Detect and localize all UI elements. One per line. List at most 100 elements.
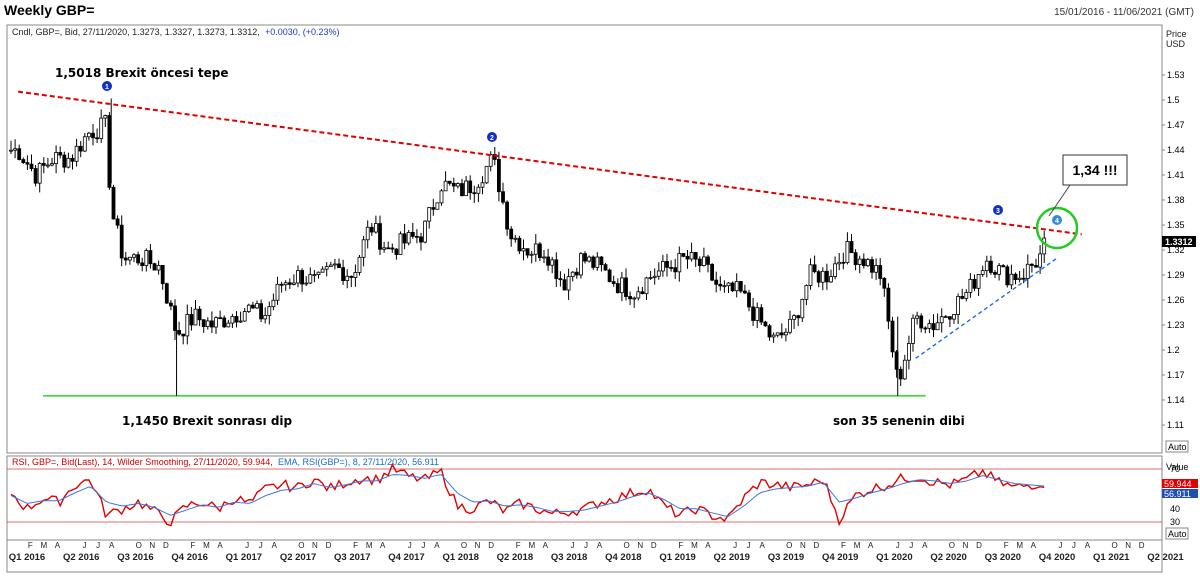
candle-body [312, 274, 317, 277]
x-axis-label: D [651, 541, 657, 550]
candle-body [296, 270, 300, 284]
candle-body [328, 264, 333, 267]
x-axis-label: Q1 2019 [659, 552, 695, 563]
candle-body [209, 320, 214, 328]
candle-body [66, 157, 71, 168]
candle-body [939, 316, 944, 324]
candle-body [513, 237, 518, 240]
x-axis-label: M [528, 541, 535, 550]
candle-body [21, 159, 26, 163]
candle-body [915, 315, 919, 319]
x-axis-label: D [163, 541, 169, 550]
candle-body [989, 260, 993, 273]
candle-body [386, 247, 391, 250]
candle-body [25, 162, 30, 165]
candle-body [677, 253, 682, 273]
candle-body [304, 282, 309, 285]
x-axis-label: J [909, 541, 913, 550]
candle-body [681, 253, 686, 257]
y-tick-label: 1.14 [1167, 395, 1185, 405]
candle-body [74, 145, 79, 162]
x-axis-label: Q4 2019 [822, 552, 858, 563]
x-axis-label: A [543, 541, 549, 550]
x-axis-label: A [55, 541, 61, 550]
candle-body [205, 320, 210, 327]
candle-body [652, 275, 657, 278]
candle-body [849, 241, 854, 254]
candle-body [189, 314, 194, 326]
candle-body [62, 154, 67, 168]
candle-body [13, 148, 18, 151]
candle-body [70, 157, 75, 162]
x-axis-label: Q2 2018 [497, 552, 533, 563]
candle-body [496, 159, 501, 193]
x-axis-label: Q4 2018 [605, 552, 641, 563]
candle-body [451, 182, 456, 187]
candle-body [1013, 273, 1018, 281]
candle-body [714, 279, 719, 285]
candle-body [517, 237, 522, 252]
candle-body [1042, 237, 1047, 255]
candle-body [337, 263, 341, 269]
x-axis-label: A [217, 541, 223, 550]
candle-body [464, 180, 469, 197]
candle-body [250, 304, 255, 309]
candle-body [788, 318, 792, 333]
x-axis-label: N [637, 541, 643, 550]
candle-body [316, 271, 321, 276]
price-info-line: Cndl, GBP=, Bid, 27/11/2020, 1.3273, 1.3… [12, 27, 260, 37]
x-axis-label: F [353, 541, 358, 550]
x-axis-label: N [800, 541, 806, 550]
candle-body [177, 330, 182, 335]
x-axis-label: Q4 2020 [1039, 552, 1075, 563]
candle-body [423, 220, 428, 243]
x-axis-label: Q3 2020 [985, 552, 1021, 563]
y-tick-label: 1.17 [1167, 370, 1185, 380]
candle-body [845, 241, 850, 263]
candle-body [468, 180, 473, 194]
candle-body [558, 278, 563, 281]
candle-body [636, 291, 641, 299]
candle-body [46, 164, 50, 167]
candle-body [238, 320, 243, 323]
candle-body [874, 265, 878, 273]
candle-body [784, 331, 788, 336]
candle-body [382, 247, 387, 250]
candle-body [833, 263, 837, 277]
peak-annotation: 1,5018 Brexit öncesi tepe [55, 66, 229, 80]
candle-body [148, 250, 153, 265]
candle-body [620, 277, 624, 294]
candle-body [562, 279, 567, 291]
candle-body [365, 226, 370, 241]
candle-body [127, 256, 132, 261]
y-tick-label: 1.23 [1167, 320, 1185, 330]
candle-body [509, 228, 514, 240]
x-axis-label: A [760, 541, 766, 550]
candle-body [435, 202, 440, 210]
candle-body [242, 311, 247, 322]
candle-body [956, 295, 960, 315]
candle-body [644, 277, 649, 295]
candle-body [488, 154, 493, 167]
candle-body [980, 270, 985, 275]
candle-body [1009, 273, 1014, 286]
candle-body [324, 266, 329, 270]
candle-body [890, 320, 895, 353]
candle-body [550, 259, 555, 266]
candle-body [554, 259, 559, 280]
candle-body [812, 264, 817, 273]
candle-body [1005, 266, 1010, 286]
candle-body [226, 322, 231, 328]
y-tick-label: 1.11 [1167, 420, 1184, 430]
candle-body [246, 304, 251, 312]
candle-body [591, 256, 596, 268]
x-axis-label: D [326, 541, 332, 550]
y-tick-label: 1.2 [1167, 345, 1180, 355]
candle-body [710, 264, 714, 281]
x-axis-label: Q4 2016 [171, 552, 207, 563]
candle-body [259, 303, 264, 320]
candle-body [529, 253, 534, 256]
candle-body [533, 243, 538, 255]
x-axis-label: J [584, 541, 588, 550]
rsi-tick-label: 30 [1170, 517, 1180, 527]
